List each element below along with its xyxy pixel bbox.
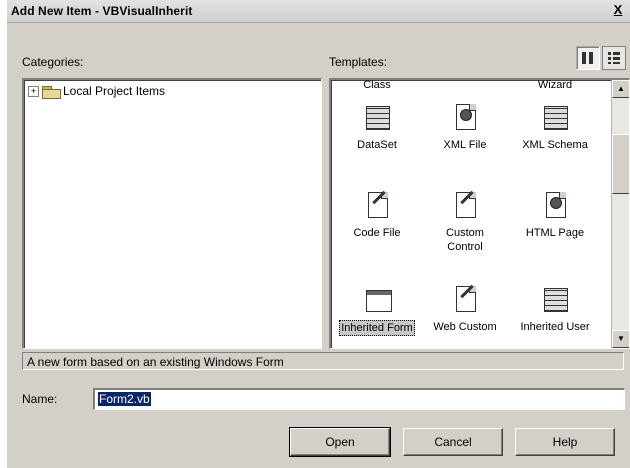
template-label-line1: Custom — [446, 227, 484, 239]
list-view-button[interactable] — [602, 46, 626, 70]
close-icon[interactable]: X — [610, 2, 626, 18]
dialog-title: Add New Item - VBVisualInherit — [11, 4, 193, 18]
scroll-down-icon[interactable]: ▼ — [612, 330, 629, 348]
inherited-user-icon — [540, 284, 570, 316]
scroll-up-icon[interactable]: ▲ — [612, 80, 629, 98]
web-custom-icon — [450, 284, 480, 316]
open-button[interactable]: Open — [289, 427, 391, 457]
tree-item-local-project-items[interactable]: + Local Project Items — [28, 84, 166, 99]
template-label: Wizard — [537, 79, 573, 91]
name-input-value: Form2.vb — [98, 392, 151, 406]
template-html-page[interactable]: HTML Page — [509, 190, 601, 240]
template-label: Class — [363, 79, 391, 91]
xml-file-icon — [450, 102, 480, 134]
large-icons-icon — [582, 52, 593, 64]
code-file-icon — [362, 190, 392, 222]
scroll-thumb[interactable] — [612, 134, 629, 194]
template-description: A new form based on an existing Windows … — [22, 352, 624, 370]
template-inherited-user[interactable]: Inherited User — [509, 284, 601, 334]
template-xml-schema[interactable]: XML Schema — [509, 102, 601, 152]
template-xml-file[interactable]: XML File — [419, 102, 511, 152]
categories-tree[interactable]: + Local Project Items — [22, 78, 322, 349]
templates-list[interactable]: Class Wizard DataSet XML File XML Schema… — [329, 78, 630, 349]
template-label: Inherited Form — [339, 320, 415, 336]
template-wizard[interactable]: Wizard — [509, 79, 601, 92]
expand-icon[interactable]: + — [28, 85, 39, 97]
template-class[interactable]: Class — [331, 79, 423, 92]
template-label: Code File — [353, 227, 401, 239]
large-icons-view-button[interactable] — [576, 46, 600, 70]
dataset-icon — [362, 102, 392, 134]
view-toggle — [576, 46, 626, 70]
help-button[interactable]: Help — [515, 428, 615, 456]
templates-scrollbar[interactable]: ▲ ▼ — [611, 80, 629, 348]
template-custom-control[interactable]: Custom Control — [419, 190, 511, 254]
add-new-item-dialog: Add New Item - VBVisualInherit X Categor… — [7, 0, 630, 468]
xml-schema-icon — [540, 102, 570, 134]
template-label: HTML Page — [525, 227, 585, 239]
cancel-button[interactable]: Cancel — [403, 428, 503, 456]
name-input[interactable]: Form2.vb — [93, 388, 625, 410]
template-web-custom[interactable]: Web Custom — [419, 284, 511, 334]
title-bar: Add New Item - VBVisualInherit X — [7, 0, 630, 23]
templates-label: Templates: — [329, 55, 388, 69]
custom-control-icon — [450, 190, 480, 222]
list-icon — [608, 52, 620, 64]
template-inherited-form[interactable]: Inherited Form — [331, 284, 423, 336]
template-code-file[interactable]: Code File — [331, 190, 423, 240]
categories-label: Categories: — [22, 55, 84, 69]
template-label: XML File — [443, 139, 487, 151]
html-page-icon — [540, 190, 570, 222]
template-dataset[interactable]: DataSet — [331, 102, 423, 152]
name-label: Name: — [22, 392, 58, 406]
template-label: Web Custom — [433, 321, 497, 333]
template-label: DataSet — [357, 139, 397, 151]
inherited-form-icon — [362, 284, 392, 316]
template-label-line2: Control — [447, 241, 483, 253]
template-label: XML Schema — [522, 139, 588, 151]
tree-item-label: Local Project Items — [63, 84, 166, 98]
template-label: Inherited User — [520, 321, 590, 333]
folder-icon — [42, 85, 61, 99]
